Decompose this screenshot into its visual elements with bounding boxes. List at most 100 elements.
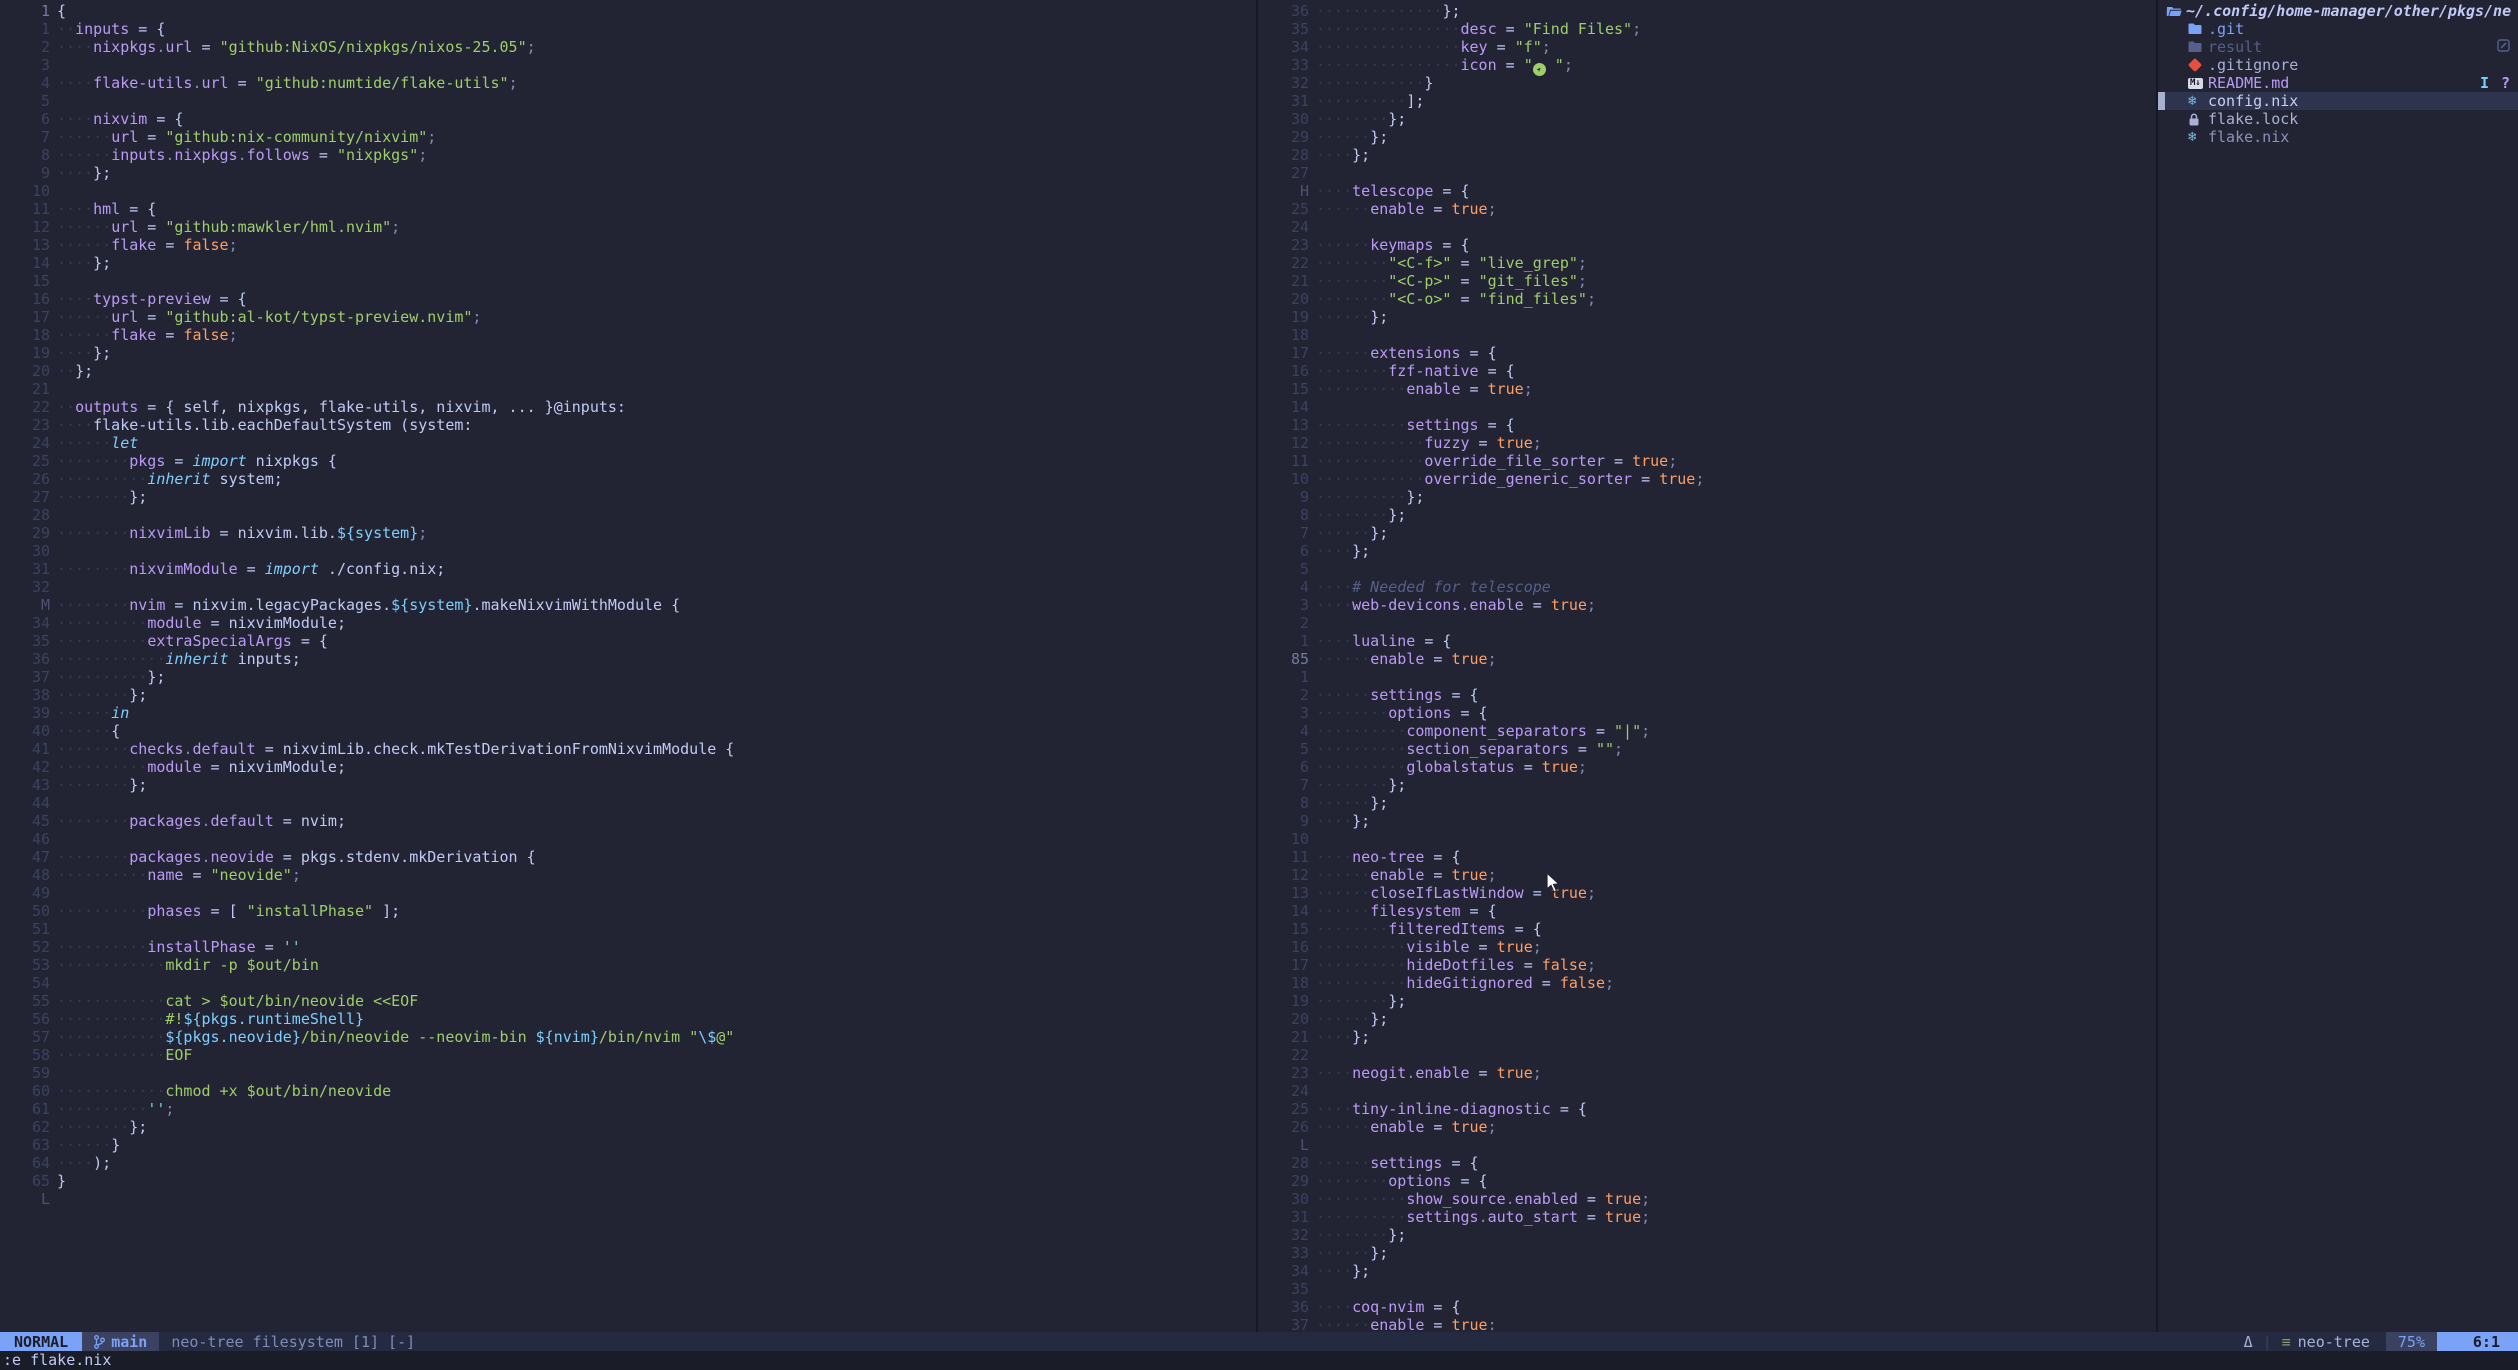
code-line[interactable]: 46 <box>0 830 1256 848</box>
code-line[interactable]: 4··········component_separators = "|"; <box>1259 722 2157 740</box>
code-line[interactable]: 56············#!${pkgs.runtimeShell} <box>0 1010 1256 1028</box>
tree-item-git[interactable]: .git <box>2158 20 2518 38</box>
code-line[interactable]: 18··········hideGitignored = false; <box>1259 974 2157 992</box>
code-line[interactable]: L <box>0 1190 1256 1208</box>
code-line[interactable]: 15········filteredItems = { <box>1259 920 2157 938</box>
code-line[interactable]: 10············override_generic_sorter = … <box>1259 470 2157 488</box>
code-line[interactable]: 13······closeIfLastWindow = true; <box>1259 884 2157 902</box>
code-line[interactable]: 8······inputs.nixpkgs.follows = "nixpkgs… <box>0 146 1256 164</box>
code-line[interactable]: 65} <box>0 1172 1256 1190</box>
code-line[interactable]: 35················desc = "Find Files"; <box>1259 20 2157 38</box>
code-line[interactable]: H····telescope = { <box>1259 182 2157 200</box>
code-line[interactable]: 31··········settings.auto_start = true; <box>1259 1208 2157 1226</box>
code-line[interactable]: 3 <box>0 56 1256 74</box>
code-line[interactable]: 55············cat > $out/bin/neovide <<E… <box>0 992 1256 1010</box>
code-line[interactable]: 23····neogit.enable = true; <box>1259 1064 2157 1082</box>
tree-item-config-nix[interactable]: ❄config.nix <box>2158 92 2518 110</box>
code-line[interactable]: 37··········}; <box>0 668 1256 686</box>
tree-item-flake-lock[interactable]: flake.lock <box>2158 110 2518 128</box>
code-line[interactable]: 17······url = "github:al-kot/typst-previ… <box>0 308 1256 326</box>
code-line[interactable]: 1····lualine = { <box>1259 632 2157 650</box>
code-line[interactable]: L <box>1259 1136 2157 1154</box>
code-line[interactable]: 20··}; <box>0 362 1256 380</box>
code-line[interactable]: 27 <box>1259 164 2157 182</box>
code-line[interactable]: 7········}; <box>1259 776 2157 794</box>
code-line[interactable]: 35 <box>1259 1280 2157 1298</box>
code-line[interactable]: 5 <box>0 92 1256 110</box>
code-line[interactable]: 2······settings = { <box>1259 686 2157 704</box>
code-line[interactable]: 35··········extraSpecialArgs = { <box>0 632 1256 650</box>
editor-pane-flake-nix[interactable]: 1{1··inputs = {2····nixpkgs.url = "githu… <box>0 0 1256 1330</box>
code-line[interactable]: 19······}; <box>1259 308 2157 326</box>
code-line[interactable]: 29······}; <box>1259 128 2157 146</box>
code-line[interactable]: 4····flake-utils.url = "github:numtide/f… <box>0 74 1256 92</box>
code-line[interactable]: 10 <box>1259 830 2157 848</box>
code-line[interactable]: 2····nixpkgs.url = "github:NixOS/nixpkgs… <box>0 38 1256 56</box>
code-line[interactable]: 5··········section_separators = ""; <box>1259 740 2157 758</box>
code-line[interactable]: 50··········phases = [ "installPhase" ]; <box>0 902 1256 920</box>
tree-item-gitignore[interactable]: .gitignore <box>2158 56 2518 74</box>
code-line[interactable]: 40······{ <box>0 722 1256 740</box>
code-line[interactable]: 12······url = "github:mawkler/hml.nvim"; <box>0 218 1256 236</box>
code-line[interactable]: 18 <box>1259 326 2157 344</box>
editor-pane-config-nix[interactable]: 36··············};35················desc… <box>1259 0 2157 1330</box>
code-line[interactable]: 20······}; <box>1259 1010 2157 1028</box>
code-line[interactable]: 85······enable = true; <box>1259 650 2157 668</box>
code-line[interactable]: 28······settings = { <box>1259 1154 2157 1172</box>
code-line[interactable]: 11············override_file_sorter = tru… <box>1259 452 2157 470</box>
code-line[interactable]: 32············} <box>1259 74 2157 92</box>
code-line[interactable]: 64····); <box>0 1154 1256 1172</box>
code-line[interactable]: 18······flake = false; <box>0 326 1256 344</box>
code-line[interactable]: 14 <box>1259 398 2157 416</box>
code-line[interactable]: 7······url = "github:nix-community/nixvi… <box>0 128 1256 146</box>
code-line[interactable]: 33················icon = "➤ "; <box>1259 56 2157 74</box>
code-line[interactable]: 44 <box>0 794 1256 812</box>
code-line[interactable]: 22··outputs = { self, nixpkgs, flake-uti… <box>0 398 1256 416</box>
code-line[interactable]: 22········"<C-f>" = "live_grep"; <box>1259 254 2157 272</box>
code-line[interactable]: 26······enable = true; <box>1259 1118 2157 1136</box>
code-line[interactable]: 23····flake-utils.lib.eachDefaultSystem … <box>0 416 1256 434</box>
neo-tree-panel[interactable]: ~/.config/home-manager/other/pkgs/ne.git… <box>2158 0 2518 1332</box>
code-line[interactable]: 14····}; <box>0 254 1256 272</box>
code-line[interactable]: 29········options = { <box>1259 1172 2157 1190</box>
code-line[interactable]: 13······flake = false; <box>0 236 1256 254</box>
code-line[interactable]: 11····neo-tree = { <box>1259 848 2157 866</box>
code-line[interactable]: 58············EOF <box>0 1046 1256 1064</box>
code-line[interactable]: 12······enable = true; <box>1259 866 2157 884</box>
code-line[interactable]: 30 <box>0 542 1256 560</box>
code-line[interactable]: 11····hml = { <box>0 200 1256 218</box>
code-line[interactable]: 63······} <box>0 1136 1256 1154</box>
code-line[interactable]: 16····typst-preview = { <box>0 290 1256 308</box>
code-line[interactable]: 1 <box>1259 668 2157 686</box>
code-line[interactable]: 7······}; <box>1259 524 2157 542</box>
code-line[interactable]: 23······keymaps = { <box>1259 236 2157 254</box>
code-line[interactable]: 9··········}; <box>1259 488 2157 506</box>
code-line[interactable]: 21········"<C-p>" = "git_files"; <box>1259 272 2157 290</box>
code-line[interactable]: 36····coq-nvim = { <box>1259 1298 2157 1316</box>
code-line[interactable]: 14······filesystem = { <box>1259 902 2157 920</box>
command-line[interactable]: :e flake.nix <box>0 1351 2518 1370</box>
code-line[interactable]: 38········}; <box>0 686 1256 704</box>
code-line[interactable]: 17······extensions = { <box>1259 344 2157 362</box>
code-line[interactable]: 20········"<C-o>" = "find_files"; <box>1259 290 2157 308</box>
code-line[interactable]: 15 <box>0 272 1256 290</box>
code-line[interactable]: 4····# Needed for telescope <box>1259 578 2157 596</box>
code-line[interactable]: 31········nixvimModule = import ./config… <box>0 560 1256 578</box>
code-line[interactable]: 29········nixvimLib = nixvim.lib.${syste… <box>0 524 1256 542</box>
code-line[interactable]: 47········packages.neovide = pkgs.stdenv… <box>0 848 1256 866</box>
code-line[interactable]: 28····}; <box>1259 146 2157 164</box>
code-line[interactable]: 31··········]; <box>1259 92 2157 110</box>
code-line[interactable]: 25····tiny-inline-diagnostic = { <box>1259 1100 2157 1118</box>
code-line[interactable]: 1{ <box>0 2 1256 20</box>
code-line[interactable]: 17··········hideDotfiles = false; <box>1259 956 2157 974</box>
code-line[interactable]: 8········}; <box>1259 506 2157 524</box>
code-line[interactable]: 42··········module = nixvimModule; <box>0 758 1256 776</box>
code-line[interactable]: 57············${pkgs.neovide}/bin/neovid… <box>0 1028 1256 1046</box>
code-line[interactable]: 49 <box>0 884 1256 902</box>
code-line[interactable]: 43········}; <box>0 776 1256 794</box>
code-line[interactable]: 32 <box>0 578 1256 596</box>
tree-item-readme-md[interactable]: M↓README.mdI? <box>2158 74 2518 92</box>
code-line[interactable]: 52··········installPhase = '' <box>0 938 1256 956</box>
code-line[interactable]: 6····nixvim = { <box>0 110 1256 128</box>
code-line[interactable]: 30········}; <box>1259 110 2157 128</box>
